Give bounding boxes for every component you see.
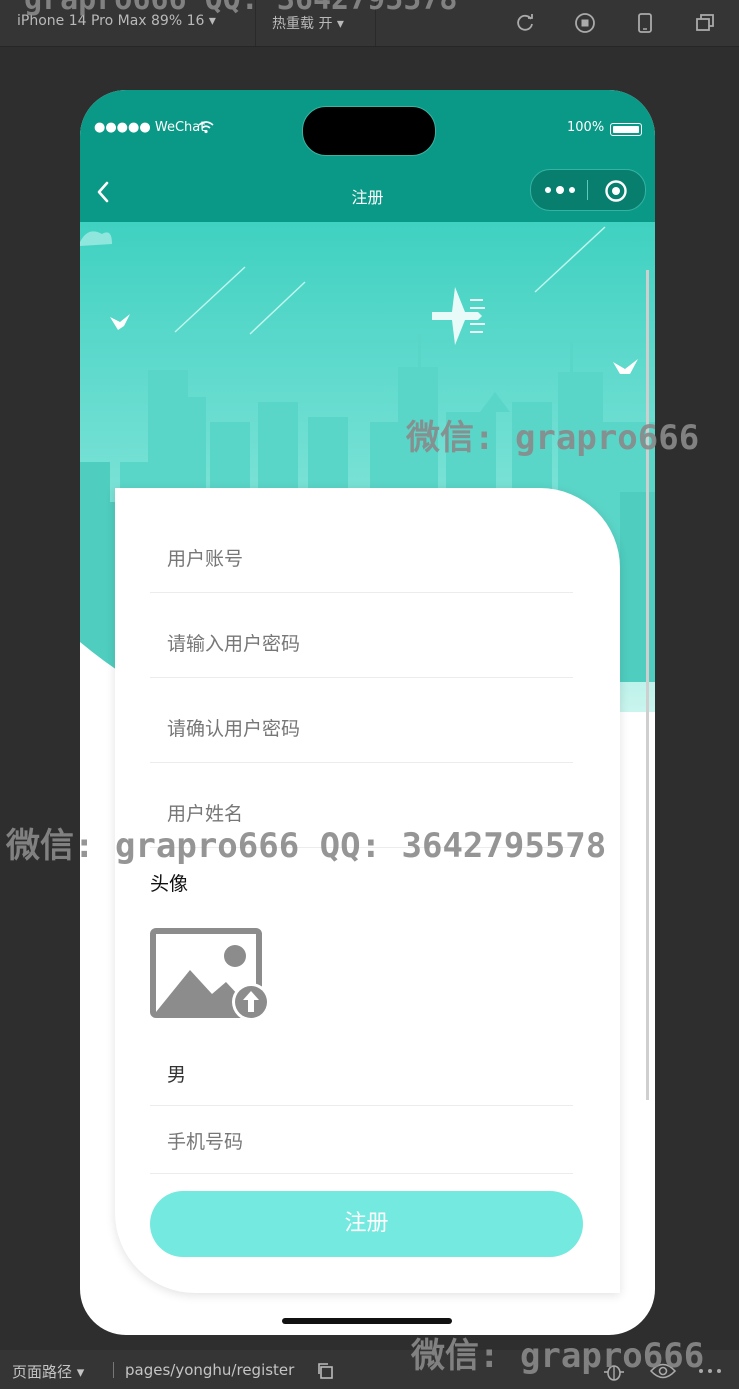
stop-icon[interactable] xyxy=(574,12,596,34)
confirm-password-input[interactable]: 请确认用户密码 xyxy=(167,714,300,741)
gender-field[interactable]: 男 xyxy=(150,1038,573,1106)
wifi-icon xyxy=(198,121,214,134)
status-bar: ●●●●● WeChat 100% xyxy=(80,90,655,162)
password-input[interactable]: 请输入用户密码 xyxy=(167,629,300,656)
confirm-password-field[interactable]: 请确认用户密码 xyxy=(150,677,573,763)
avatar-label: 头像 xyxy=(150,873,189,895)
account-field[interactable]: 用户账号 xyxy=(150,520,573,593)
page-route: pages/yonghu/register xyxy=(125,1361,295,1379)
close-miniprogram-icon[interactable] xyxy=(604,179,628,203)
watermark: 微信: grapro666 xyxy=(406,418,700,458)
register-form-card: 用户账号 请输入用户密码 请确认用户密码 用户姓名 头像 男 手机号码 注册 xyxy=(115,488,620,1293)
phone-icon[interactable] xyxy=(634,12,656,34)
watermark: grapro666 QQ: 3642795578 xyxy=(24,0,457,17)
scrollbar[interactable] xyxy=(646,270,649,1100)
navigation-bar: 注册 xyxy=(80,162,655,222)
battery-percent: 100% xyxy=(567,120,605,135)
phone-field[interactable]: 手机号码 xyxy=(150,1105,573,1174)
battery-icon xyxy=(610,123,642,136)
watermark: 微信: grapro666 QQ: 3642795578 xyxy=(6,826,607,866)
home-indicator xyxy=(282,1318,452,1324)
more-dots-icon[interactable] xyxy=(543,183,577,197)
dynamic-island xyxy=(302,106,436,156)
refresh-icon[interactable] xyxy=(514,12,536,34)
window-icon[interactable] xyxy=(694,12,716,34)
account-input[interactable]: 用户账号 xyxy=(167,544,243,571)
copy-icon[interactable] xyxy=(316,1362,334,1380)
watermark: 微信: grapro666 xyxy=(411,1336,705,1376)
password-field[interactable]: 请输入用户密码 xyxy=(150,592,573,678)
capsule-divider xyxy=(587,180,588,200)
carrier-text: ●●●●● WeChat xyxy=(94,120,206,135)
register-button[interactable]: 注册 xyxy=(150,1191,583,1257)
image-upload-icon[interactable] xyxy=(150,928,274,1024)
phone-input[interactable]: 手机号码 xyxy=(167,1127,243,1154)
divider xyxy=(113,1362,114,1378)
page-path-selector[interactable]: 页面路径 ▾ xyxy=(12,1361,84,1382)
menu-capsule xyxy=(530,169,646,211)
phone-simulator: ●●●●● WeChat 100% 注册 用户账号 请输入用户密码 请确认用户密… xyxy=(80,90,655,1335)
gender-select[interactable]: 男 xyxy=(167,1060,186,1087)
